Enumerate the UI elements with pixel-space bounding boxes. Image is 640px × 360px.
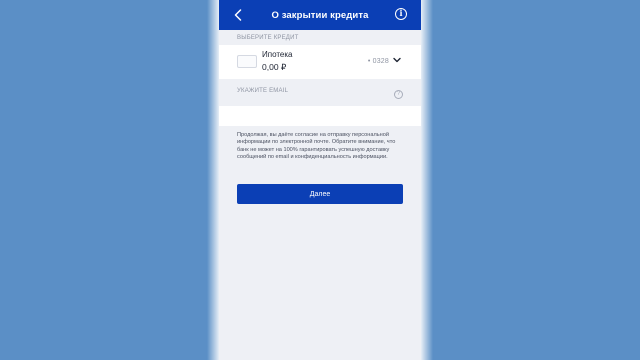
- page-title: О закрытии кредита: [271, 9, 369, 21]
- chevron-down-icon: [393, 57, 401, 63]
- email-section-header: УКАЖИТЕ EMAIL ?: [219, 86, 421, 106]
- help-icon[interactable]: ?: [394, 90, 403, 99]
- phone-screen: О закрытии кредита i ВЫБЕРИТЕ КРЕДИТ Ипо…: [219, 0, 421, 360]
- email-field[interactable]: [219, 106, 421, 126]
- back-button[interactable]: [231, 7, 245, 23]
- loan-name: Ипотека: [262, 50, 293, 59]
- chevron-left-icon: [234, 9, 242, 21]
- email-section-label: УКАЖИТЕ EMAIL: [237, 88, 289, 94]
- screen-edge-left: [207, 0, 219, 360]
- loan-account-mask: • 0328: [367, 58, 389, 65]
- loan-card-image: [237, 55, 257, 68]
- next-button[interactable]: Далее: [237, 184, 403, 205]
- info-icon[interactable]: i: [395, 8, 407, 20]
- consent-text: Продолжая, вы даёте согласие на отправку…: [237, 132, 396, 160]
- loan-amount: 0,00 ₽: [262, 62, 287, 72]
- screen-edge-right: [421, 0, 433, 360]
- navigation-bar: О закрытии кредита i: [219, 0, 421, 30]
- loan-section-label: ВЫБЕРИТЕ КРЕДИТ: [237, 35, 299, 41]
- loan-selector[interactable]: Ипотека 0,00 ₽ • 0328: [219, 45, 421, 79]
